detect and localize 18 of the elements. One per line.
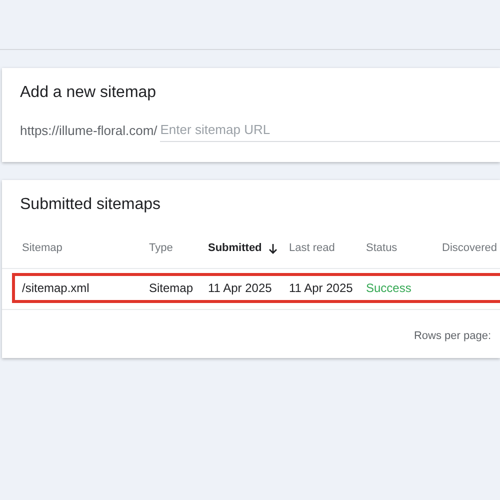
- table-cell-text: 11 Apr 2025: [289, 281, 354, 295]
- table-cell-text: 11 Apr 2025: [208, 281, 273, 295]
- column-header[interactable]: Last read: [289, 242, 366, 254]
- card-title: Add a new sitemap: [19, 83, 158, 102]
- highlighted-table-row[interactable]: /sitemap.xml Sitemap 11 Apr 2025 11 Apr 2025 Success: [12, 273, 500, 303]
- rows-per-page-label: Rows per page:: [414, 330, 491, 342]
- column-header[interactable]: Type: [149, 242, 208, 254]
- sort-down-icon: [268, 242, 278, 254]
- status-cell-text: Success: [366, 281, 412, 295]
- url-prefix: https://illume-floral.com/: [20, 123, 158, 140]
- column-header[interactable]: Sitemap: [22, 242, 149, 254]
- sitemap-url-field[interactable]: Enter sitemap URL: [160, 122, 500, 142]
- card-title: Submitted sitemaps: [19, 195, 162, 214]
- table-cell-text: Sitemap: [149, 281, 194, 295]
- table-cell-text: /sitemap.xml: [22, 281, 90, 295]
- column-header[interactable]: Discovered: [442, 242, 500, 254]
- column-header[interactable]: Submitted: [208, 242, 289, 254]
- column-header[interactable]: Status: [366, 242, 442, 254]
